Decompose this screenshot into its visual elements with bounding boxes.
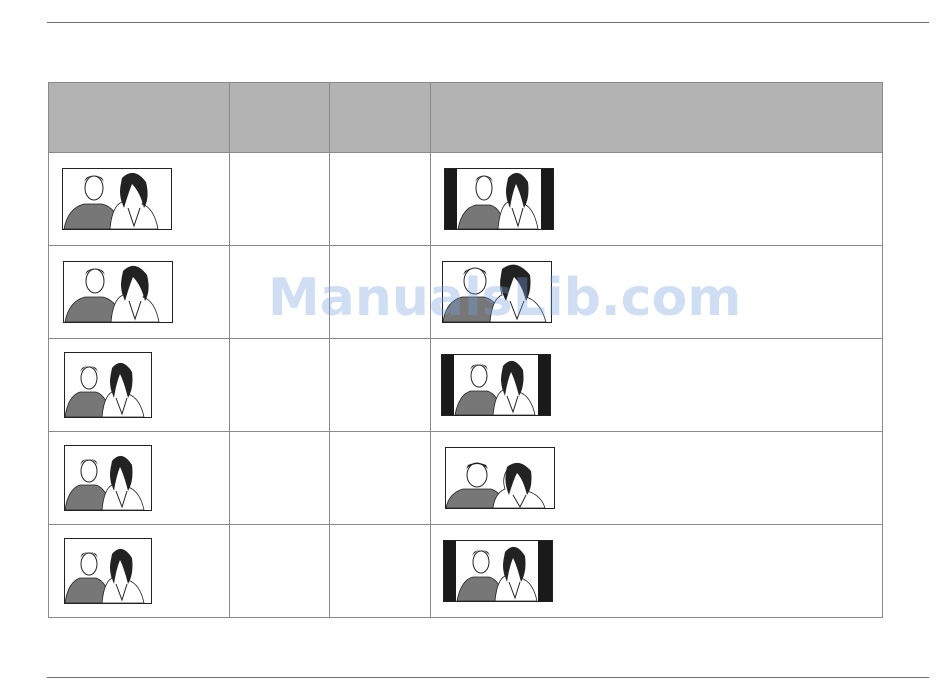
widescreen-couple-icon (63, 261, 229, 323)
bottom-rule (47, 677, 929, 678)
source-cell (48, 524, 230, 618)
header-source (48, 82, 230, 153)
result-cell (430, 431, 883, 525)
zoomed-couple-icon (445, 447, 882, 509)
table-row (48, 524, 883, 618)
header-result (430, 82, 883, 153)
col2-cell (229, 431, 330, 525)
table-row (48, 338, 883, 432)
col2-cell (229, 524, 330, 618)
table-row (48, 431, 883, 525)
table-header-row (48, 82, 883, 153)
watermark: ManualsLib.com (268, 268, 742, 328)
header-col2 (229, 82, 330, 153)
source-cell (48, 152, 230, 246)
top-rule (47, 22, 929, 23)
col3-cell (329, 338, 431, 432)
widescreen-couple-icon (62, 168, 229, 230)
col3-cell (329, 431, 431, 525)
standard-couple-icon (64, 352, 229, 418)
table-row (48, 152, 883, 246)
pillarbox-couple-icon (443, 540, 882, 602)
pillarbox-couple-icon (444, 168, 882, 230)
col2-cell (229, 152, 330, 246)
aspect-ratio-table (48, 82, 883, 618)
col3-cell (329, 524, 431, 618)
source-cell (48, 431, 230, 525)
source-cell (48, 245, 230, 339)
result-cell (430, 152, 883, 246)
result-cell (430, 338, 883, 432)
result-cell (430, 524, 883, 618)
pillarbox-couple-icon (441, 354, 882, 416)
source-cell (48, 338, 230, 432)
standard-couple-icon (64, 445, 229, 511)
standard-couple-icon (64, 538, 229, 604)
header-col3 (329, 82, 431, 153)
col3-cell (329, 152, 431, 246)
col2-cell (229, 338, 330, 432)
